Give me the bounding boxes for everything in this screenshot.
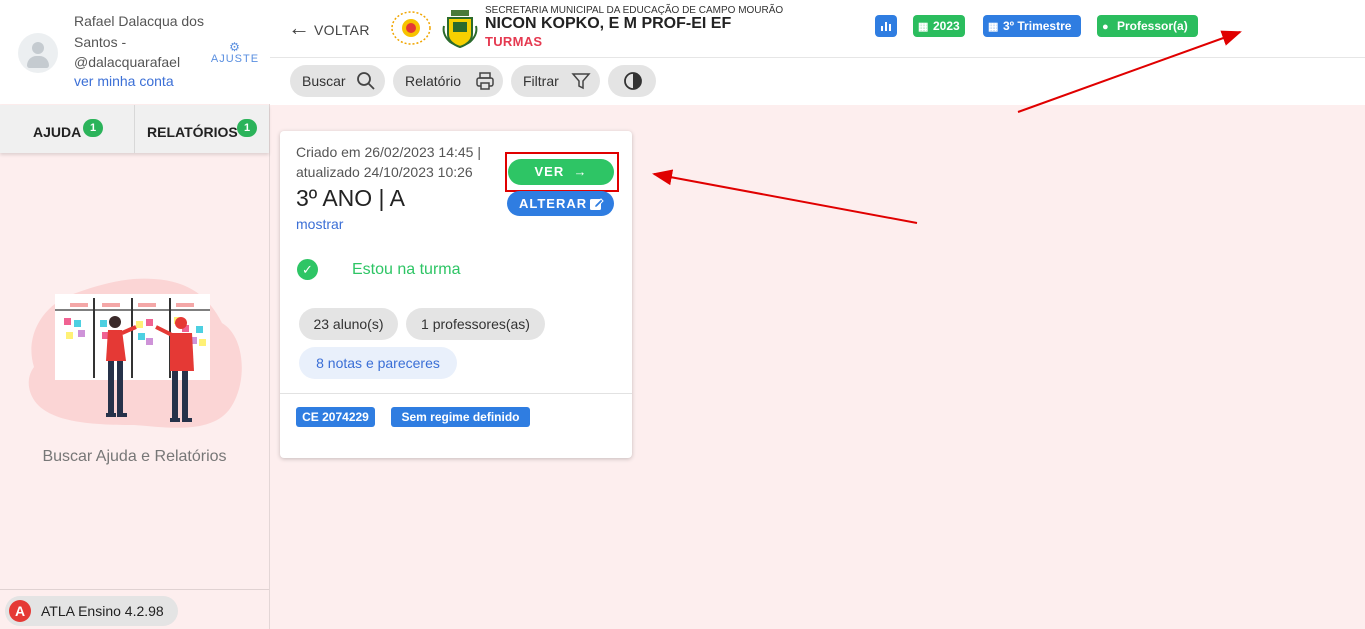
- stats-button[interactable]: [875, 15, 897, 37]
- secretaria-logo: [391, 11, 431, 45]
- annotation-arrow: [652, 169, 918, 224]
- gear-icon: ⚙: [229, 40, 241, 54]
- arrow-right-icon: →: [568, 164, 588, 179]
- card-timestamps: Criado em 26/02/2023 14:45 | atualizado …: [296, 144, 481, 180]
- tab-reports-label: RELATÓRIOS: [147, 124, 238, 140]
- help-illustration: [28, 278, 242, 428]
- page-section: TURMAS: [485, 34, 543, 49]
- grades-chip[interactable]: 8 notas e pareceres: [299, 347, 457, 379]
- tab-reports[interactable]: RELATÓRIOS 1: [136, 105, 269, 153]
- contrast-icon: [624, 72, 642, 90]
- tab-reports-badge: 1: [237, 119, 257, 137]
- help-caption: Buscar Ajuda e Relatórios: [42, 448, 227, 465]
- tab-help-label: AJUDA: [33, 124, 82, 140]
- search-icon: [357, 72, 375, 90]
- user-panel: Rafael Dalacqua dos Santos - @dalacquara…: [0, 0, 270, 104]
- check-circle-icon: ●: [1102, 21, 1109, 33]
- card-divider: [280, 393, 632, 394]
- term-chip[interactable]: ▦ 3º Trimestre: [983, 15, 1081, 37]
- sidebar-tabs: AJUDA 1 RELATÓRIOS 1: [0, 105, 269, 153]
- user-name: Rafael Dalacqua dos Santos - @dalacquara…: [74, 13, 204, 70]
- calendar-icon: ▦: [988, 21, 999, 33]
- membership-status: Estou na turma: [352, 261, 461, 278]
- role-label: Professor(a): [1117, 19, 1188, 33]
- arrow-left-icon: ←: [288, 15, 310, 40]
- top-header: ← VOLTAR SECRETARIA MUNICIPAL DA EDUCAÇÃ…: [270, 0, 1365, 58]
- edit-button[interactable]: ALTERAR: [507, 191, 614, 216]
- tab-help[interactable]: AJUDA 1: [0, 105, 135, 153]
- city-crest-logo: [442, 10, 478, 48]
- toolbar: Buscar Relatório Filtrar: [270, 58, 1365, 105]
- bar-chart-icon: [881, 22, 891, 31]
- edit-label: ALTERAR: [519, 196, 588, 211]
- search-label: Buscar: [302, 73, 346, 89]
- students-count-chip[interactable]: 23 aluno(s): [299, 308, 398, 340]
- edit-icon: [590, 198, 604, 210]
- view-label: VER: [534, 164, 565, 179]
- view-button[interactable]: VER →: [508, 159, 614, 185]
- show-details-link[interactable]: mostrar: [296, 216, 343, 232]
- settings-button[interactable]: ⚙ AJUSTE: [208, 41, 262, 65]
- report-button[interactable]: Relatório: [393, 65, 503, 97]
- tab-help-badge: 1: [83, 119, 103, 137]
- contrast-toggle[interactable]: [608, 65, 656, 97]
- filter-label: Filtrar: [523, 73, 559, 89]
- version-label: ATLA Ensino 4.2.98: [41, 603, 164, 619]
- avatar[interactable]: [18, 33, 58, 73]
- calendar-icon: ▦: [918, 21, 929, 33]
- ce-code-tag: CE 2074229: [296, 407, 375, 427]
- search-button[interactable]: Buscar: [290, 65, 385, 97]
- term-label: 3º Trimestre: [1003, 19, 1072, 33]
- class-title: 3º ANO | A: [296, 185, 405, 211]
- year-chip[interactable]: ▦ 2023: [913, 15, 965, 37]
- version-chip[interactable]: A ATLA Ensino 4.2.98: [5, 596, 178, 626]
- sidebar: Rafael Dalacqua dos Santos - @dalacquara…: [0, 0, 270, 629]
- atla-logo-icon: A: [9, 600, 31, 622]
- regime-tag: Sem regime definido: [391, 407, 530, 427]
- year-label: 2023: [933, 19, 960, 33]
- role-chip[interactable]: ● Professor(a): [1097, 15, 1198, 37]
- teachers-count-chip[interactable]: 1 professores(as): [406, 308, 545, 340]
- settings-label: AJUSTE: [210, 53, 260, 65]
- filter-button[interactable]: Filtrar: [511, 65, 600, 97]
- report-label: Relatório: [405, 73, 462, 89]
- version-bar: A ATLA Ensino 4.2.98: [0, 589, 269, 629]
- filter-icon: [571, 73, 591, 90]
- check-circle-icon: ✓: [297, 259, 318, 280]
- account-link[interactable]: ver minha conta: [74, 73, 174, 89]
- class-card: Criado em 26/02/2023 14:45 | atualizado …: [280, 131, 632, 458]
- printer-icon: [476, 72, 494, 90]
- school-name: NICON KOPKO, E M PROF-EI EF: [485, 15, 732, 32]
- back-label: VOLTAR: [314, 22, 370, 38]
